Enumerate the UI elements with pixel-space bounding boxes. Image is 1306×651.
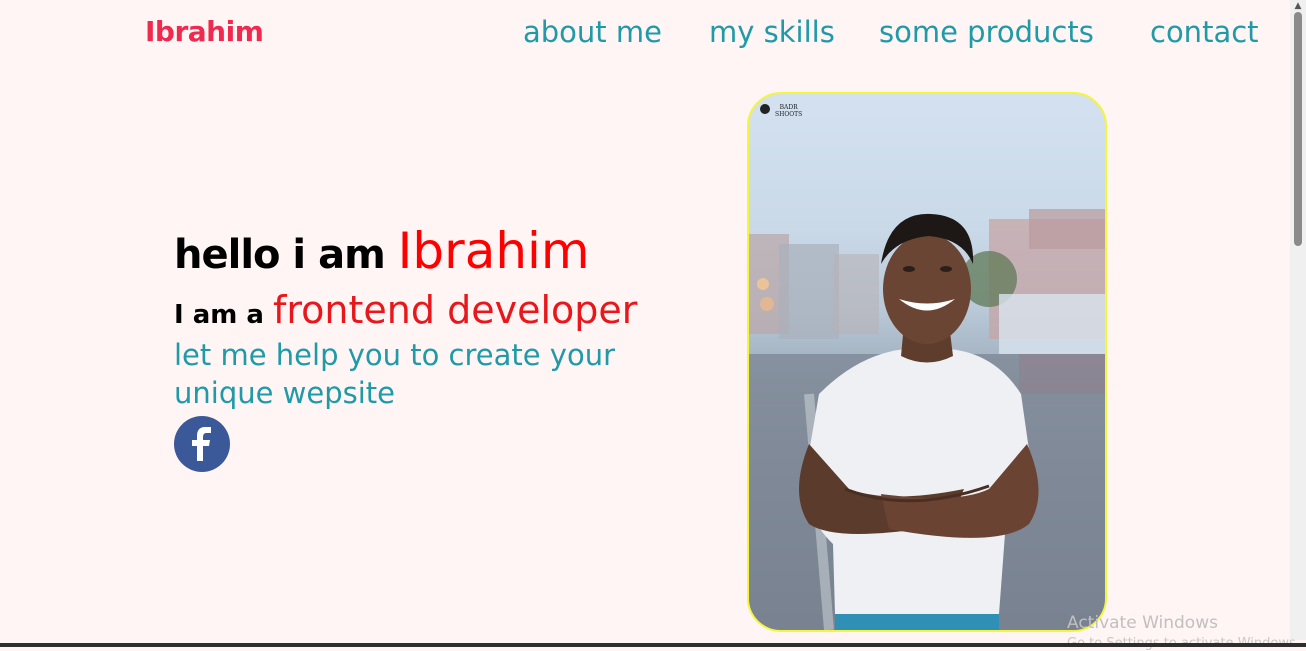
nav-contact[interactable]: contact — [1150, 15, 1259, 49]
site-logo[interactable]: Ibrahim — [145, 15, 264, 48]
greeting-name: Ibrahim — [397, 222, 590, 280]
facebook-icon — [192, 427, 211, 461]
hero-tagline: let me help you to create your unique we… — [174, 338, 616, 410]
activate-windows-title: Activate Windows — [1067, 613, 1218, 633]
portfolio-page: Ibrahim about me my skills some products… — [0, 0, 1290, 647]
watermark-line-2: SHOOTS — [775, 111, 803, 118]
nav-my-skills[interactable]: my skills — [709, 15, 835, 49]
vertical-scrollbar[interactable]: ▲ — [1290, 0, 1306, 640]
facebook-link[interactable] — [174, 416, 230, 472]
nav-some-products[interactable]: some products — [879, 15, 1094, 49]
hero-section: hello i am Ibrahim I am a frontend devel… — [174, 222, 694, 472]
role-lead: I am a — [174, 300, 274, 330]
scroll-thumb[interactable] — [1294, 12, 1302, 246]
window-bottom-edge — [0, 643, 1306, 647]
watermark-line-1: BADR — [779, 104, 798, 111]
role-title: frontend developer — [273, 288, 638, 332]
nav-about-me[interactable]: about me — [523, 15, 662, 49]
greeting-lead: hello i am — [174, 232, 398, 278]
profile-photo-illustration — [749, 209, 1105, 630]
scroll-up-arrow-icon[interactable]: ▲ — [1290, 0, 1306, 12]
hero-role: I am a frontend developer — [174, 288, 694, 332]
hero-greeting: hello i am Ibrahim — [174, 222, 694, 282]
profile-photo: BADR SHOOTS — [747, 92, 1107, 632]
photo-watermark: BADR SHOOTS — [761, 104, 802, 118]
